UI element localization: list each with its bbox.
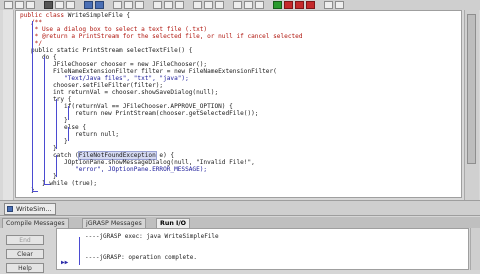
uml-icon[interactable] [153, 1, 162, 9]
code-line: chooser.setFileFilter(filter); [20, 82, 164, 89]
console-output[interactable]: ----jGRASP exec: java WriteSimpleFile --… [56, 228, 469, 270]
code-line: do { [20, 54, 57, 61]
console-line: ----jGRASP exec: java WriteSimpleFile [85, 233, 219, 240]
help-button[interactable]: Help [6, 263, 44, 273]
input-arrow-icon: ▶▶ [61, 259, 69, 266]
undo-icon[interactable] [84, 1, 93, 9]
code-line: public class WriteSimpleFile { [20, 12, 130, 19]
applet-icon[interactable] [324, 1, 333, 9]
redo-icon[interactable] [95, 1, 104, 9]
code-line: * Use a dialog box to select a text file… [20, 26, 208, 33]
editor-vertical-scrollbar[interactable] [464, 10, 479, 200]
file-tab[interactable]: WriteSim... [4, 203, 56, 215]
csd-icon[interactable] [124, 1, 133, 9]
keyword: public class [20, 12, 65, 19]
code-line: FileNameExtensionFilter filter = new Fil… [20, 68, 277, 75]
code-line: } [20, 145, 57, 152]
code-line: } [20, 173, 57, 180]
find-icon[interactable] [113, 1, 122, 9]
step-icon[interactable] [335, 1, 344, 9]
stop-icon[interactable] [306, 1, 315, 9]
generate-icon[interactable] [193, 1, 202, 9]
run-icon[interactable] [284, 1, 293, 9]
console-scrollbar[interactable] [470, 228, 480, 270]
viewer-icon[interactable] [233, 1, 242, 9]
new-icon[interactable] [4, 1, 13, 9]
cut-icon[interactable] [44, 1, 53, 9]
code-text: WriteSimpleFile { [67, 12, 131, 19]
code-line: */ [20, 40, 43, 47]
code-line: * @return a PrintStream for the selected… [20, 33, 303, 40]
csd-guide [68, 106, 69, 120]
print-icon[interactable] [164, 1, 173, 9]
interactions-icon[interactable] [215, 1, 224, 9]
code-line: return null; [20, 131, 120, 138]
project-icon[interactable] [255, 1, 264, 9]
workbench-icon[interactable] [244, 1, 253, 9]
paste-icon[interactable] [66, 1, 75, 9]
file-tab-bar: WriteSim... [0, 200, 480, 216]
code-line: try { [20, 96, 72, 103]
open-icon[interactable] [15, 1, 24, 9]
code-line: public static PrintStream selectTextFile… [20, 47, 193, 54]
code-line: JFileChooser chooser = new JFileChooser(… [20, 61, 208, 68]
csd-guide [56, 99, 57, 149]
csd-guide [32, 191, 38, 192]
edit-icon[interactable] [204, 1, 213, 9]
code-line: else { [20, 124, 87, 131]
code-line: int returnVal = chooser.showSaveDialog(n… [20, 89, 219, 96]
message-tabs: Compile Messages jGRASP Messages Run I/O [0, 217, 480, 229]
editor-frame: public class WriteSimpleFile { /** * Use… [0, 10, 480, 211]
code-line: /** [20, 19, 43, 26]
csd-guide [32, 21, 33, 191]
save-icon[interactable] [26, 1, 35, 9]
selected-text[interactable]: FileNotFoundException [77, 151, 157, 160]
file-tab-label: WriteSim... [16, 205, 52, 213]
compile-icon[interactable] [273, 1, 282, 9]
line-gutter[interactable] [3, 10, 14, 200]
java-file-icon [7, 206, 13, 212]
remove-csd-icon[interactable] [135, 1, 144, 9]
csd-guide [44, 184, 50, 185]
code-editor[interactable]: public class WriteSimpleFile { /** * Use… [15, 10, 462, 198]
end-button[interactable]: End [6, 235, 44, 245]
run-io-panel: End Clear Help ----jGRASP exec: java Wri… [0, 228, 480, 273]
csd-guide [44, 57, 45, 184]
browse-icon[interactable] [175, 1, 184, 9]
csd-guide [68, 127, 69, 141]
copy-icon[interactable] [55, 1, 64, 9]
code-line: "Text/Java files", "txt", "java"); [20, 75, 189, 82]
output-guide [79, 237, 80, 265]
scrollbar-thumb[interactable] [467, 14, 476, 164]
code-line: "error", JOptionPane.ERROR_MESSAGE); [20, 166, 208, 173]
console-line: ----jGRASP: operation complete. [85, 254, 197, 261]
csd-guide [56, 155, 57, 177]
code-line: if(returnVal == JFileChooser.APPROVE_OPT… [20, 103, 233, 110]
clear-button[interactable]: Clear [6, 249, 44, 259]
debug-icon[interactable] [295, 1, 304, 9]
